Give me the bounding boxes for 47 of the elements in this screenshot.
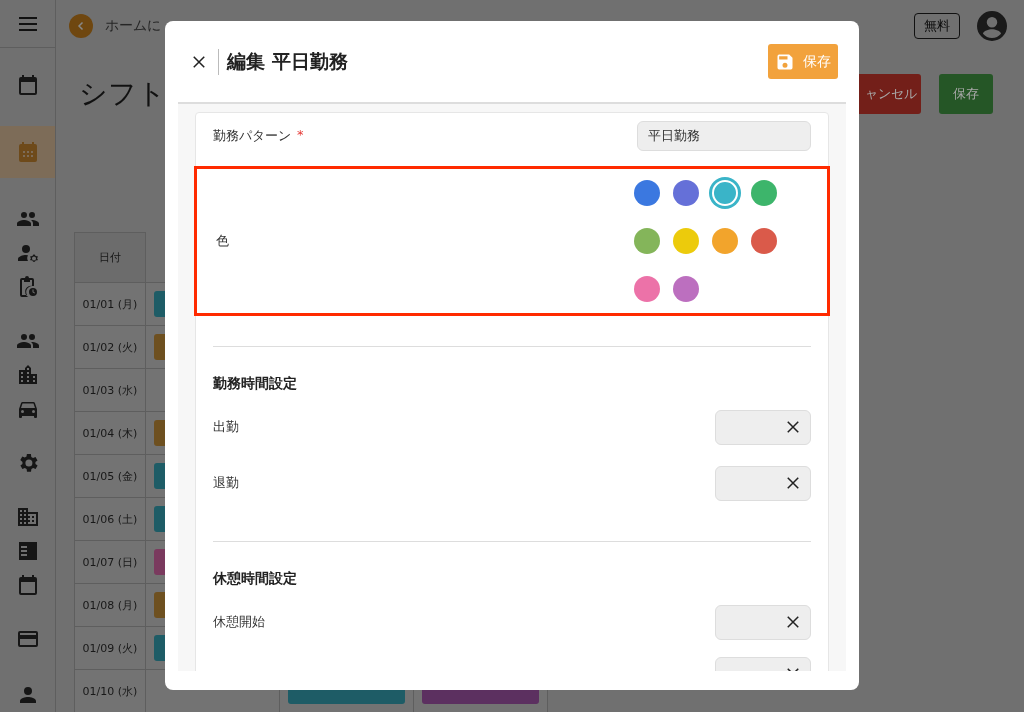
clear-button[interactable]	[784, 418, 802, 436]
date-cell: 01/08 (月)	[74, 583, 146, 627]
dialog-title: 編集 平日勤務	[227, 48, 349, 74]
date-cell: 01/06 (土)	[74, 497, 146, 541]
date-cell: 01/05 (金)	[74, 454, 146, 498]
color-swatch[interactable]	[673, 180, 699, 206]
color-swatch[interactable]	[673, 276, 699, 302]
color-swatch[interactable]	[634, 228, 660, 254]
section-heading: 勤務時間設定	[213, 375, 298, 393]
back-link[interactable]: ホームに	[105, 17, 161, 35]
close-icon	[784, 613, 802, 631]
field-label: 出勤	[213, 418, 239, 436]
color-swatch[interactable]	[634, 180, 660, 206]
color-swatch[interactable]	[673, 228, 699, 254]
date-cell: 01/10 (水)	[74, 669, 146, 712]
color-swatch[interactable]	[634, 276, 660, 302]
plan-badge: 無料	[914, 13, 960, 39]
field-label: 色	[216, 232, 229, 250]
color-swatch[interactable]	[751, 228, 777, 254]
time-field[interactable]	[715, 465, 811, 501]
field-label: 休憩開始	[213, 613, 265, 631]
time-field[interactable]	[715, 409, 811, 445]
column-header: 日付	[74, 232, 146, 283]
building-icon[interactable]	[15, 505, 40, 529]
field-label: 勤務パターン	[213, 127, 291, 145]
time-field[interactable]	[715, 604, 811, 640]
close-icon	[784, 474, 802, 492]
date-cell: 01/07 (日)	[74, 540, 146, 584]
pattern-field[interactable]: 平日勤務	[637, 121, 811, 151]
date-cell: 01/01 (月)	[74, 282, 146, 326]
date-cell: 01/04 (木)	[74, 411, 146, 455]
date-cell: 01/09 (火)	[74, 626, 146, 670]
color-swatch[interactable]	[712, 228, 738, 254]
clear-button[interactable]	[784, 613, 802, 631]
save-button[interactable]: 保存	[939, 74, 993, 114]
clear-button[interactable]	[784, 474, 802, 492]
close-icon	[784, 418, 802, 436]
color-swatch[interactable]	[751, 180, 777, 206]
page-title: シフト	[79, 76, 167, 112]
color-swatch[interactable]	[712, 180, 738, 206]
date-cell: 01/02 (火)	[74, 325, 146, 369]
field-label: 退勤	[213, 474, 239, 492]
save-button[interactable]: 保存	[768, 44, 838, 79]
required-mark: *	[297, 127, 304, 144]
avatar-icon[interactable]	[974, 8, 1010, 44]
date-cell: 01/03 (水)	[74, 368, 146, 412]
section-heading: 休憩時間設定	[213, 570, 298, 588]
